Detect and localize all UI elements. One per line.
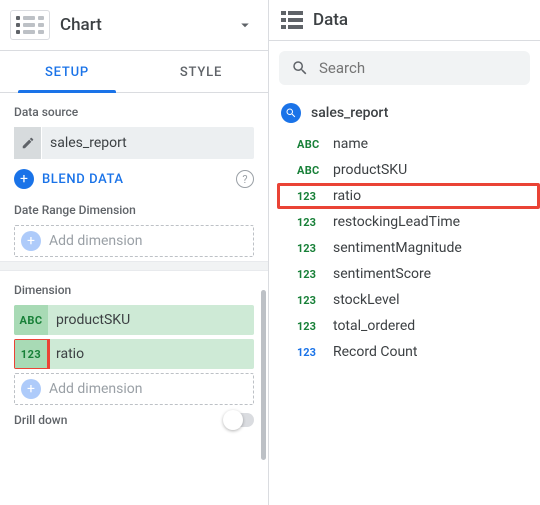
number-type-icon: 123 <box>297 242 323 255</box>
field-item[interactable]: 123 stockLevel <box>277 287 540 313</box>
scrollbar-thumb[interactable] <box>261 290 266 460</box>
text-type-icon: ABC <box>14 305 48 335</box>
config-tabs: SETUP STYLE <box>0 51 268 93</box>
field-item[interactable]: 123 restockingLeadTime <box>277 209 540 235</box>
add-dimension-label: Add dimension <box>49 233 142 249</box>
add-date-range-dimension[interactable]: + Add dimension <box>14 225 254 257</box>
drill-down-label: Drill down <box>14 413 67 427</box>
data-source-row[interactable]: sales_report <box>14 127 254 159</box>
text-type-icon: ABC <box>297 138 323 151</box>
data-source-header[interactable]: sales_report <box>281 103 528 123</box>
search-icon <box>291 59 309 77</box>
add-dimension[interactable]: + Add dimension <box>14 373 254 405</box>
scrollbar-track <box>261 70 266 497</box>
chart-panel: Chart SETUP STYLE Data source sales_repo… <box>0 0 269 505</box>
data-panel-title: Data <box>313 10 526 30</box>
field-item[interactable]: 123 ratio <box>277 183 540 209</box>
field-label: sentimentScore <box>333 266 431 282</box>
field-label: stockLevel <box>333 292 399 308</box>
field-item[interactable]: 123 sentimentMagnitude <box>277 235 540 261</box>
blend-data-row: + BLEND DATA ? <box>14 169 254 189</box>
field-list: ABC name ABC productSKU 123 ratio 123 restockin… <box>277 131 540 365</box>
add-dimension-label: Add dimension <box>49 381 142 397</box>
data-icon <box>281 11 303 29</box>
section-data-source: Data source <box>0 93 268 123</box>
setup-scroll: Data source sales_report + BLEND DATA ? … <box>0 93 268 505</box>
number-type-icon: 123 <box>297 320 323 333</box>
plus-icon: + <box>21 231 41 251</box>
field-label: name <box>333 136 368 152</box>
field-label: sentimentMagnitude <box>333 240 462 256</box>
dimension-label: productSKU <box>48 312 130 328</box>
blend-data-add-icon[interactable]: + <box>14 169 34 189</box>
field-label: ratio <box>333 188 361 204</box>
search-input[interactable] <box>319 59 518 77</box>
tab-style[interactable]: STYLE <box>134 51 268 92</box>
blend-data-button[interactable]: BLEND DATA <box>42 172 228 187</box>
field-label: Record Count <box>333 344 417 360</box>
dimension-list: ABCproductSKU123ratio <box>0 305 268 369</box>
data-source-name: sales_report <box>42 135 127 151</box>
field-item[interactable]: ABC name <box>277 131 540 157</box>
plus-icon: + <box>21 379 41 399</box>
field-item[interactable]: 123 Record Count <box>277 339 540 365</box>
number-type-icon: 123 <box>297 190 323 203</box>
field-item[interactable]: ABC productSKU <box>277 157 540 183</box>
field-label: restockingLeadTime <box>333 214 460 230</box>
number-type-icon: 123 <box>297 294 323 307</box>
field-label: productSKU <box>333 162 407 178</box>
number-type-icon: 123 <box>297 216 323 229</box>
chart-type-icon[interactable] <box>10 10 50 40</box>
divider <box>0 261 268 271</box>
field-item[interactable]: 123 sentimentScore <box>277 261 540 287</box>
data-panel-header: Data <box>269 0 540 41</box>
search-field[interactable] <box>279 51 530 85</box>
chevron-down-icon[interactable] <box>236 16 254 34</box>
section-dimension: Dimension <box>0 271 268 301</box>
field-label: total_ordered <box>333 318 415 334</box>
dimension-chip[interactable]: 123ratio <box>14 339 254 369</box>
data-source-badge-icon <box>281 103 301 123</box>
data-source-title: sales_report <box>311 105 388 121</box>
number-type-icon: 123 <box>297 268 323 281</box>
number-type-icon: 123 <box>14 339 48 369</box>
dimension-chip[interactable]: ABCproductSKU <box>14 305 254 335</box>
tab-setup[interactable]: SETUP <box>0 51 134 92</box>
chart-panel-title: Chart <box>60 15 236 35</box>
section-date-range: Date Range Dimension <box>0 197 268 221</box>
number-type-icon: 123 <box>297 346 323 359</box>
drill-down-toggle[interactable] <box>224 413 254 427</box>
drill-down-row: Drill down <box>14 413 254 427</box>
data-panel: Data sales_report ABC name ABC productSKU 12… <box>269 0 540 505</box>
chart-panel-header: Chart <box>0 0 268 51</box>
pencil-icon <box>21 136 35 150</box>
text-type-icon: ABC <box>297 164 323 177</box>
field-item[interactable]: 123 total_ordered <box>277 313 540 339</box>
edit-data-source-button[interactable] <box>14 127 42 159</box>
dimension-label: ratio <box>48 346 84 362</box>
help-icon[interactable]: ? <box>236 170 254 188</box>
